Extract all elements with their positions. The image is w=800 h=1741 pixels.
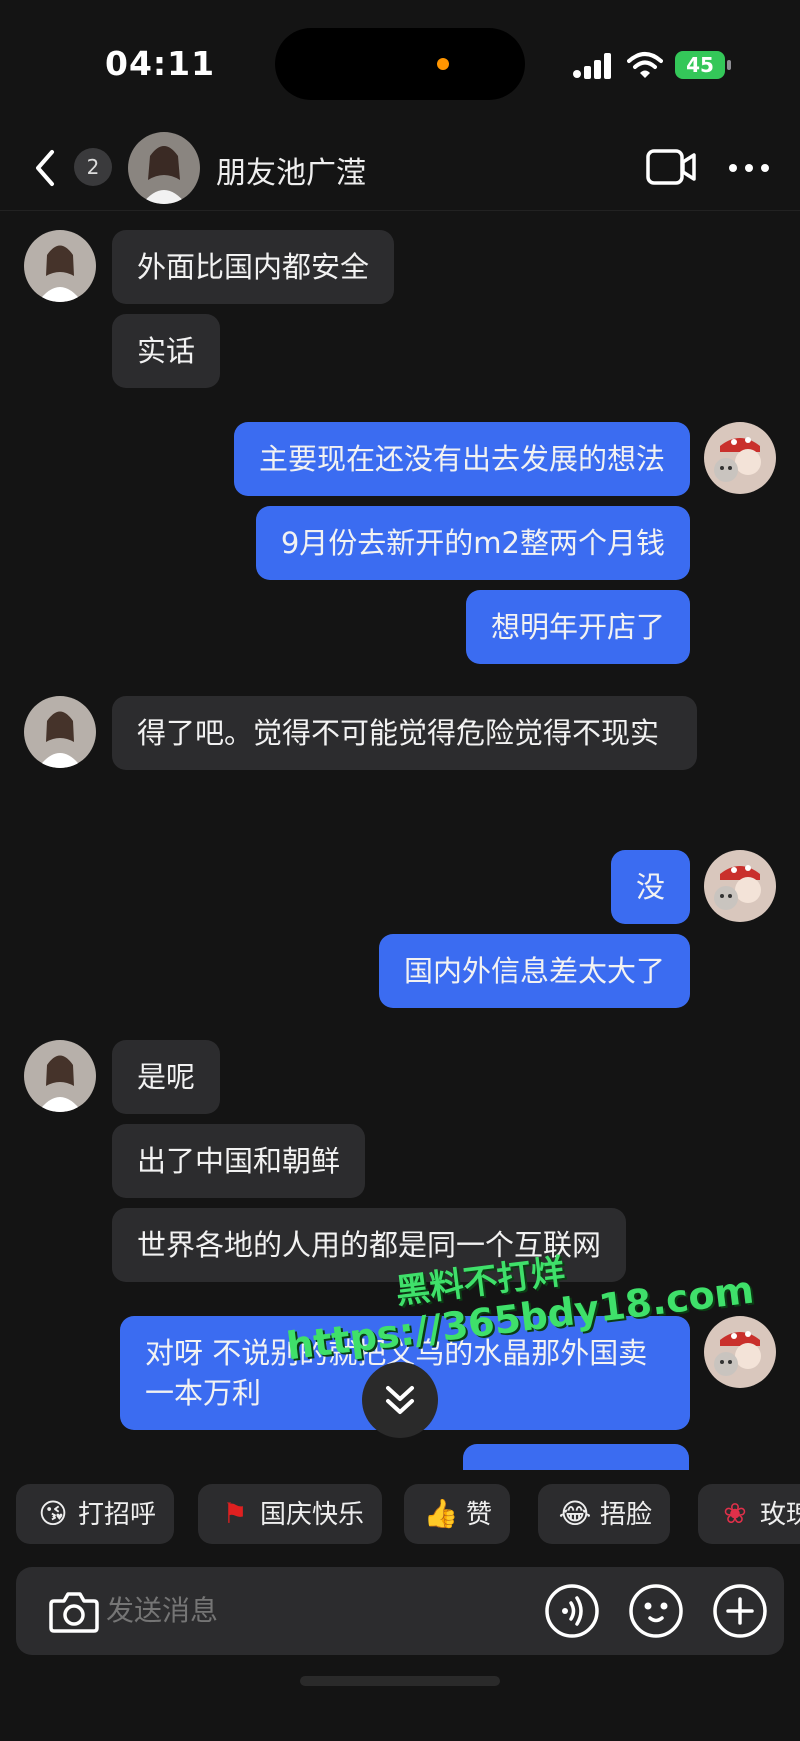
cellular-signal-icon	[573, 53, 611, 79]
outgoing-message-partial[interactable]	[463, 1444, 689, 1470]
contact-avatar[interactable]	[24, 1040, 96, 1112]
incoming-message[interactable]: 是呢	[112, 1040, 221, 1114]
unread-count-badge[interactable]: 2	[74, 148, 112, 186]
quick-reply-label: 捂脸	[600, 1500, 653, 1530]
incoming-message[interactable]: 外面比国内都安全	[112, 230, 395, 304]
quick-reply-label: 国庆快乐	[260, 1500, 365, 1530]
contact-avatar[interactable]	[128, 132, 200, 204]
message-input-bar	[16, 1567, 784, 1655]
emoji-icon[interactable]	[628, 1583, 684, 1639]
my-avatar[interactable]	[704, 1316, 776, 1388]
quick-reply-chip[interactable]: 👍 赞	[404, 1484, 511, 1544]
quick-reply-chip[interactable]: 😂 捂脸	[538, 1484, 671, 1544]
outgoing-message[interactable]: 主要现在还没有出去发展的想法	[233, 422, 690, 496]
quick-reply-chip[interactable]: ❀ 玫瑰	[698, 1484, 800, 1544]
quick-reply-label: 赞	[466, 1500, 493, 1530]
camera-icon[interactable]	[48, 1587, 100, 1635]
quick-reply-label: 打招呼	[78, 1500, 157, 1530]
mic-indicator-dot	[437, 58, 449, 70]
quick-reply-label: 玫瑰	[760, 1500, 800, 1530]
message-input[interactable]	[104, 1593, 448, 1628]
header-divider	[0, 210, 800, 211]
outgoing-message[interactable]: 没	[610, 850, 690, 924]
more-options-icon[interactable]	[728, 158, 770, 178]
battery-tip	[727, 60, 731, 70]
smile-heart-icon: 😘	[38, 1497, 68, 1530]
quick-reply-chip[interactable]: ⚑ 国庆快乐	[198, 1484, 383, 1544]
battery-level: 45	[675, 51, 725, 79]
incoming-message[interactable]: 出了中国和朝鲜	[112, 1124, 366, 1198]
incoming-message[interactable]: 实话	[112, 314, 221, 388]
quick-reply-chip[interactable]: 😘 打招呼	[16, 1484, 175, 1544]
rose-icon: ❀	[723, 1497, 747, 1530]
scroll-to-bottom-button[interactable]	[362, 1362, 438, 1438]
contact-avatar[interactable]	[24, 696, 96, 768]
contact-name[interactable]: 朋友池广滢	[216, 148, 366, 192]
status-time: 04:11	[105, 44, 216, 83]
my-avatar[interactable]	[704, 422, 776, 494]
double-chevron-down-icon	[386, 1386, 414, 1414]
my-avatar[interactable]	[704, 850, 776, 922]
red-flag-icon: ⚑	[222, 1497, 248, 1530]
outgoing-message[interactable]: 9月份去新开的m2整两个月钱	[255, 506, 690, 580]
video-call-icon[interactable]	[646, 148, 696, 186]
quick-reply-bar: 😘 打招呼 ⚑ 国庆快乐 👍 赞 😂 捂脸 ❀ 玫瑰	[0, 1484, 800, 1548]
plus-icon[interactable]	[712, 1583, 768, 1639]
outgoing-message[interactable]: 国内外信息差太大了	[378, 934, 690, 1008]
thumbs-up-icon: 👍	[423, 1497, 459, 1530]
contact-avatar[interactable]	[24, 230, 96, 302]
outgoing-message[interactable]: 想明年开店了	[465, 590, 690, 664]
home-indicator	[300, 1676, 500, 1686]
dynamic-island	[275, 28, 525, 100]
facepalm-icon: 😂	[558, 1497, 592, 1530]
back-chevron-icon[interactable]	[30, 146, 60, 190]
wifi-icon	[627, 52, 663, 78]
incoming-message[interactable]: 得了吧。觉得不可能觉得危险觉得不现实	[112, 696, 697, 770]
voice-message-icon[interactable]	[544, 1583, 600, 1639]
